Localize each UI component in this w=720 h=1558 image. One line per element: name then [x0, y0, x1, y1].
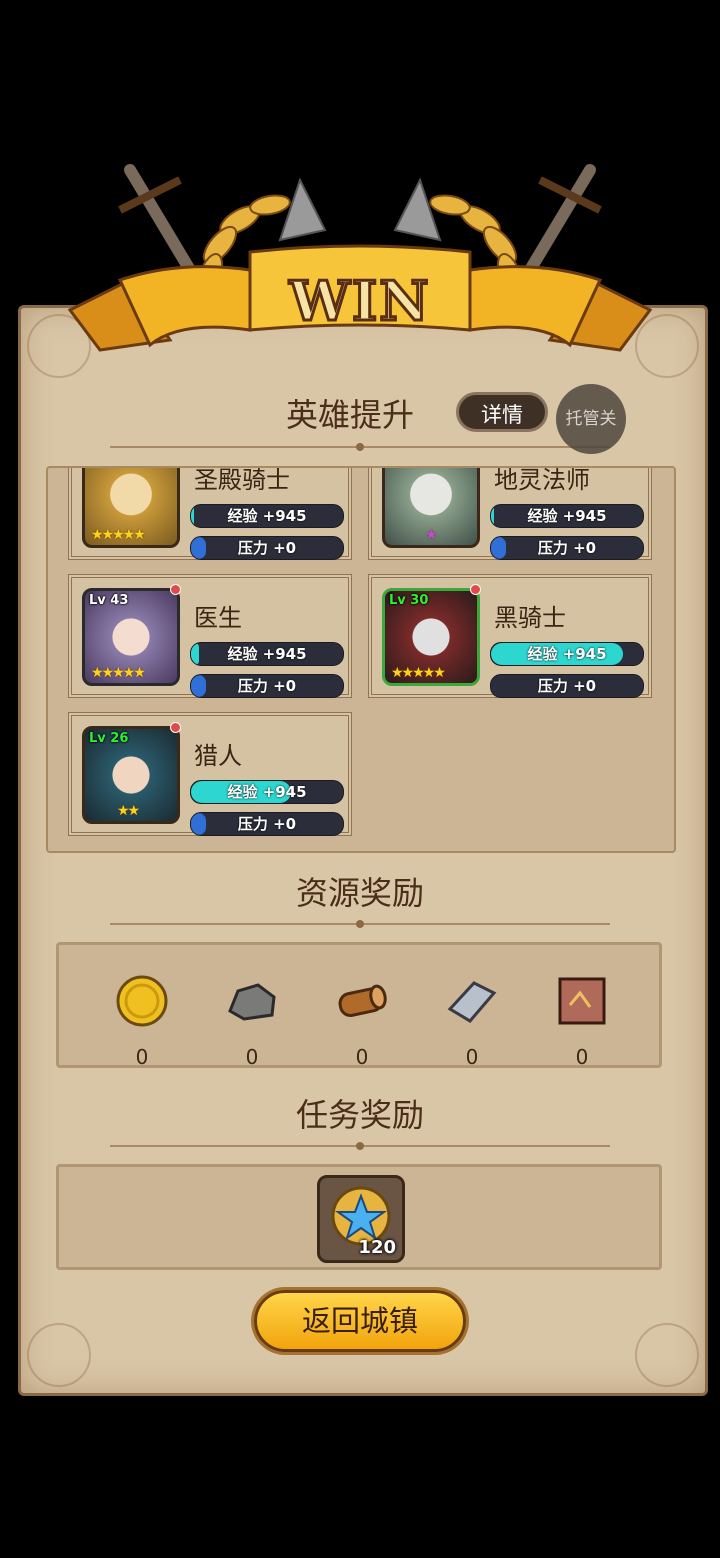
hero-name: 猎人 — [194, 742, 242, 770]
exp-bar: 经验 +945 — [190, 504, 344, 528]
win-title: WIN — [288, 268, 431, 335]
mission-reward-box: 120 — [56, 1164, 662, 1270]
notification-dot — [170, 722, 181, 733]
hero-card[interactable]: ★★★★★ 圣殿骑士 经验 +945 压力 +0 — [68, 466, 352, 560]
title-divider — [110, 443, 610, 451]
auto-battle-button[interactable]: 托管关 — [556, 384, 626, 454]
hero-card[interactable]: ★ 地灵法师 经验 +945 压力 +0 — [368, 466, 652, 560]
resource-count: 0 — [465, 1045, 479, 1069]
resource-count: 0 — [575, 1045, 589, 1069]
star-rating: ★★★★★ — [391, 665, 446, 681]
hero-level: Lv 26 — [89, 731, 129, 746]
title-divider — [110, 1142, 610, 1150]
gold-coin-icon — [116, 975, 168, 1027]
resource-item: 0 — [107, 975, 177, 1069]
hero-portrait: ★★★★★ — [82, 468, 180, 548]
star-rating: ★★★★★ — [91, 665, 146, 681]
iron-ingot-icon — [447, 981, 497, 1023]
mission-reward-item[interactable]: 120 — [317, 1175, 405, 1263]
resource-item: 0 — [437, 975, 507, 1069]
hero-portrait: Lv 26 ★★ — [82, 726, 180, 824]
hero-name: 地灵法师 — [494, 466, 590, 494]
mission-reward-count: 120 — [358, 1237, 396, 1258]
hero-card[interactable]: Lv 30 ★★★★★ 黑骑士 经验 +945 压力 +0 — [368, 574, 652, 698]
stress-bar: 压力 +0 — [190, 674, 344, 698]
notification-dot — [470, 584, 481, 595]
hero-list[interactable]: ★★★★★ 圣殿骑士 经验 +945 压力 +0 ★ 地灵法师 经验 +945 … — [46, 466, 676, 853]
resource-section-title: 资源奖励 — [295, 874, 424, 912]
stress-bar: 压力 +0 — [490, 674, 644, 698]
leather-icon — [558, 977, 606, 1025]
stress-bar: 压力 +0 — [490, 536, 644, 560]
return-to-town-button[interactable]: 返回城镇 — [254, 1290, 466, 1352]
resource-count: 0 — [135, 1045, 149, 1069]
star-rating: ★ — [425, 527, 437, 543]
hero-card[interactable]: Lv 43 ★★★★★ 医生 经验 +945 压力 +0 — [68, 574, 352, 698]
stress-bar: 压力 +0 — [190, 536, 344, 560]
hero-level: Lv 30 — [389, 593, 429, 608]
hero-level: Lv 43 — [89, 593, 129, 608]
exp-bar: 经验 +945 — [190, 642, 344, 666]
title-divider — [110, 920, 610, 928]
resource-count: 0 — [245, 1045, 259, 1069]
stone-icon — [228, 983, 276, 1021]
corner-ornament — [27, 1323, 91, 1387]
star-rating: ★★ — [117, 803, 140, 819]
hero-name: 医生 — [194, 604, 242, 632]
mission-section-title: 任务奖励 — [295, 1096, 424, 1134]
detail-button[interactable]: 详情 — [456, 392, 548, 432]
spear-icon — [278, 177, 442, 242]
resource-count: 0 — [355, 1045, 369, 1069]
wood-log-icon — [338, 984, 387, 1017]
resource-item: 0 — [547, 975, 617, 1069]
resource-item: 0 — [217, 975, 287, 1069]
exp-bar: 经验 +945 — [190, 780, 344, 804]
stress-bar: 压力 +0 — [190, 812, 344, 836]
exp-bar: 经验 +945 — [490, 642, 644, 666]
hero-card[interactable]: Lv 26 ★★ 猎人 经验 +945 压力 +0 — [68, 712, 352, 836]
hero-portrait: Lv 43 ★★★★★ — [82, 588, 180, 686]
notification-dot — [170, 584, 181, 595]
corner-ornament — [635, 1323, 699, 1387]
hero-portrait: Lv 30 ★★★★★ — [382, 588, 480, 686]
resource-reward-box: 0 0 0 0 0 — [56, 942, 662, 1069]
hero-name: 圣殿骑士 — [194, 466, 290, 494]
star-rating: ★★★★★ — [91, 527, 146, 543]
exp-bar: 经验 +945 — [490, 504, 644, 528]
hero-portrait: ★ — [382, 468, 480, 548]
hero-name: 黑骑士 — [494, 604, 566, 632]
resource-item: 0 — [327, 975, 397, 1069]
